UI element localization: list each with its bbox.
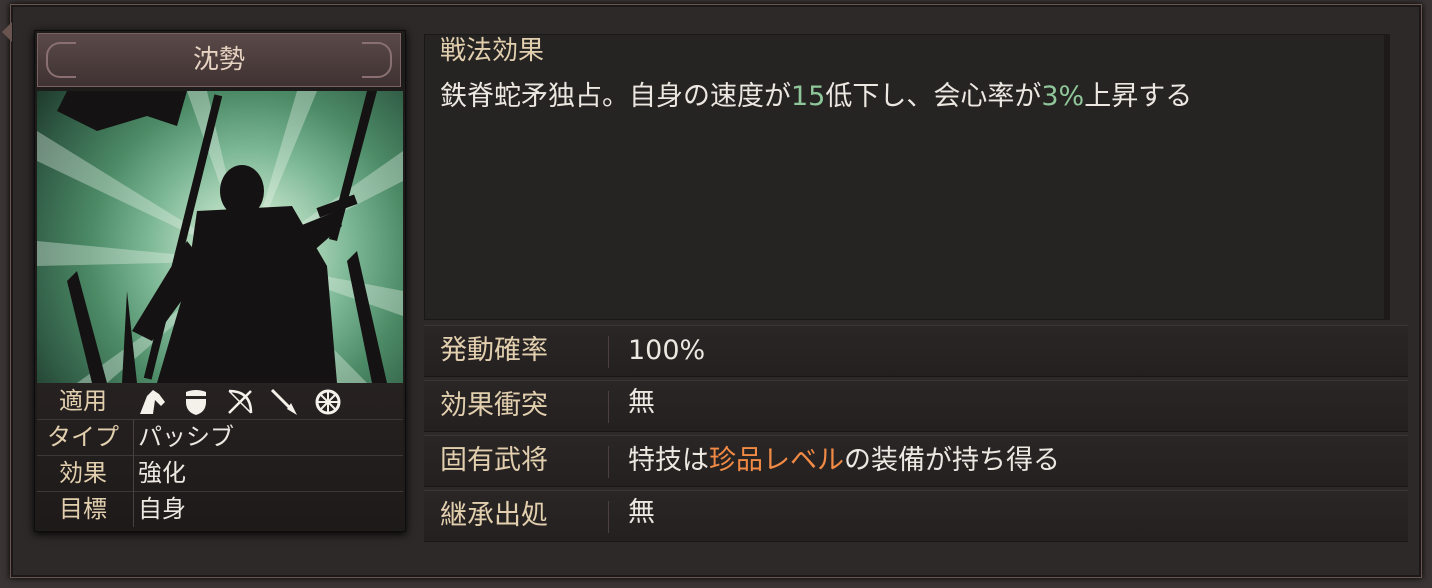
info-value: 自身 bbox=[133, 491, 186, 527]
stat-text-part: 特技は bbox=[628, 445, 709, 476]
info-row-target: 目標 自身 bbox=[37, 491, 403, 527]
stat-value: 100% bbox=[628, 335, 706, 366]
tactic-effect-box: 戦法効果 鉄脊蛇矛独占。自身の速度が15低下し、会心率が3%上昇する bbox=[424, 34, 1390, 320]
effect-text-part: 上昇する bbox=[1084, 81, 1193, 112]
cavalry-icon bbox=[137, 387, 167, 417]
stat-row-inherit-source: 継承出処 無 bbox=[424, 490, 1408, 542]
stat-row-trigger-rate: 発動確率 100% bbox=[424, 325, 1408, 377]
info-label: 目標 bbox=[59, 495, 107, 523]
shield-icon bbox=[181, 387, 211, 417]
stat-text-part: の装備が持ち得る bbox=[844, 445, 1060, 476]
info-row-effect: 効果 強化 bbox=[37, 455, 403, 492]
speed-value: 15 bbox=[791, 81, 826, 112]
stat-label: 継承出処 bbox=[440, 500, 548, 531]
bow-icon bbox=[225, 387, 255, 417]
wheel-icon bbox=[313, 387, 343, 417]
card-info-table: 適用 タイプ パッシブ 効果 強化 目標 自身 bbox=[37, 383, 403, 529]
stat-label: 発動確率 bbox=[440, 335, 548, 366]
spear-icon bbox=[269, 387, 299, 417]
stat-label: 固有武将 bbox=[440, 445, 548, 476]
info-label: 効果 bbox=[59, 459, 107, 487]
effect-text-part: 低下し、会心率が bbox=[825, 81, 1042, 112]
info-value: 強化 bbox=[133, 455, 186, 491]
panel-pointer bbox=[2, 22, 12, 42]
info-label: タイプ bbox=[47, 423, 119, 451]
tactic-artwork bbox=[37, 91, 403, 383]
stat-row-conflict: 効果衝突 無 bbox=[424, 380, 1408, 432]
tactic-card: 沈勢 適用 タイプ パッシブ 効果 強化 目標 自身 bbox=[34, 30, 406, 532]
stat-value: 特技は珍品レベルの装備が持ち得る bbox=[628, 436, 1060, 486]
ornament-right-icon bbox=[362, 42, 392, 78]
stat-value: 無 bbox=[628, 387, 655, 418]
stat-label: 効果衝突 bbox=[440, 390, 548, 421]
rarity-level-text: 珍品レベル bbox=[709, 445, 844, 476]
tactic-name: 沈勢 bbox=[192, 45, 245, 75]
unit-type-icons bbox=[137, 387, 343, 417]
effect-description: 鉄脊蛇矛独占。自身の速度が15低下し、会心率が3%上昇する bbox=[440, 80, 1192, 114]
warrior-silhouette-icon bbox=[37, 91, 403, 383]
stat-value: 無 bbox=[628, 497, 655, 528]
card-title-bar: 沈勢 bbox=[37, 33, 401, 87]
effect-text-part: 鉄脊蛇矛独占。自身の速度が bbox=[440, 81, 791, 112]
stat-row-unique-general: 固有武将 特技は珍品レベルの装備が持ち得る bbox=[424, 435, 1408, 487]
info-label: 適用 bbox=[59, 387, 107, 415]
ornament-left-icon bbox=[46, 42, 76, 78]
crit-rate-value: 3% bbox=[1041, 81, 1085, 112]
info-row-type: タイプ パッシブ bbox=[37, 419, 403, 456]
effect-title: 戦法効果 bbox=[440, 36, 545, 66]
info-value: パッシブ bbox=[133, 419, 234, 455]
info-row-apply: 適用 bbox=[37, 383, 403, 420]
